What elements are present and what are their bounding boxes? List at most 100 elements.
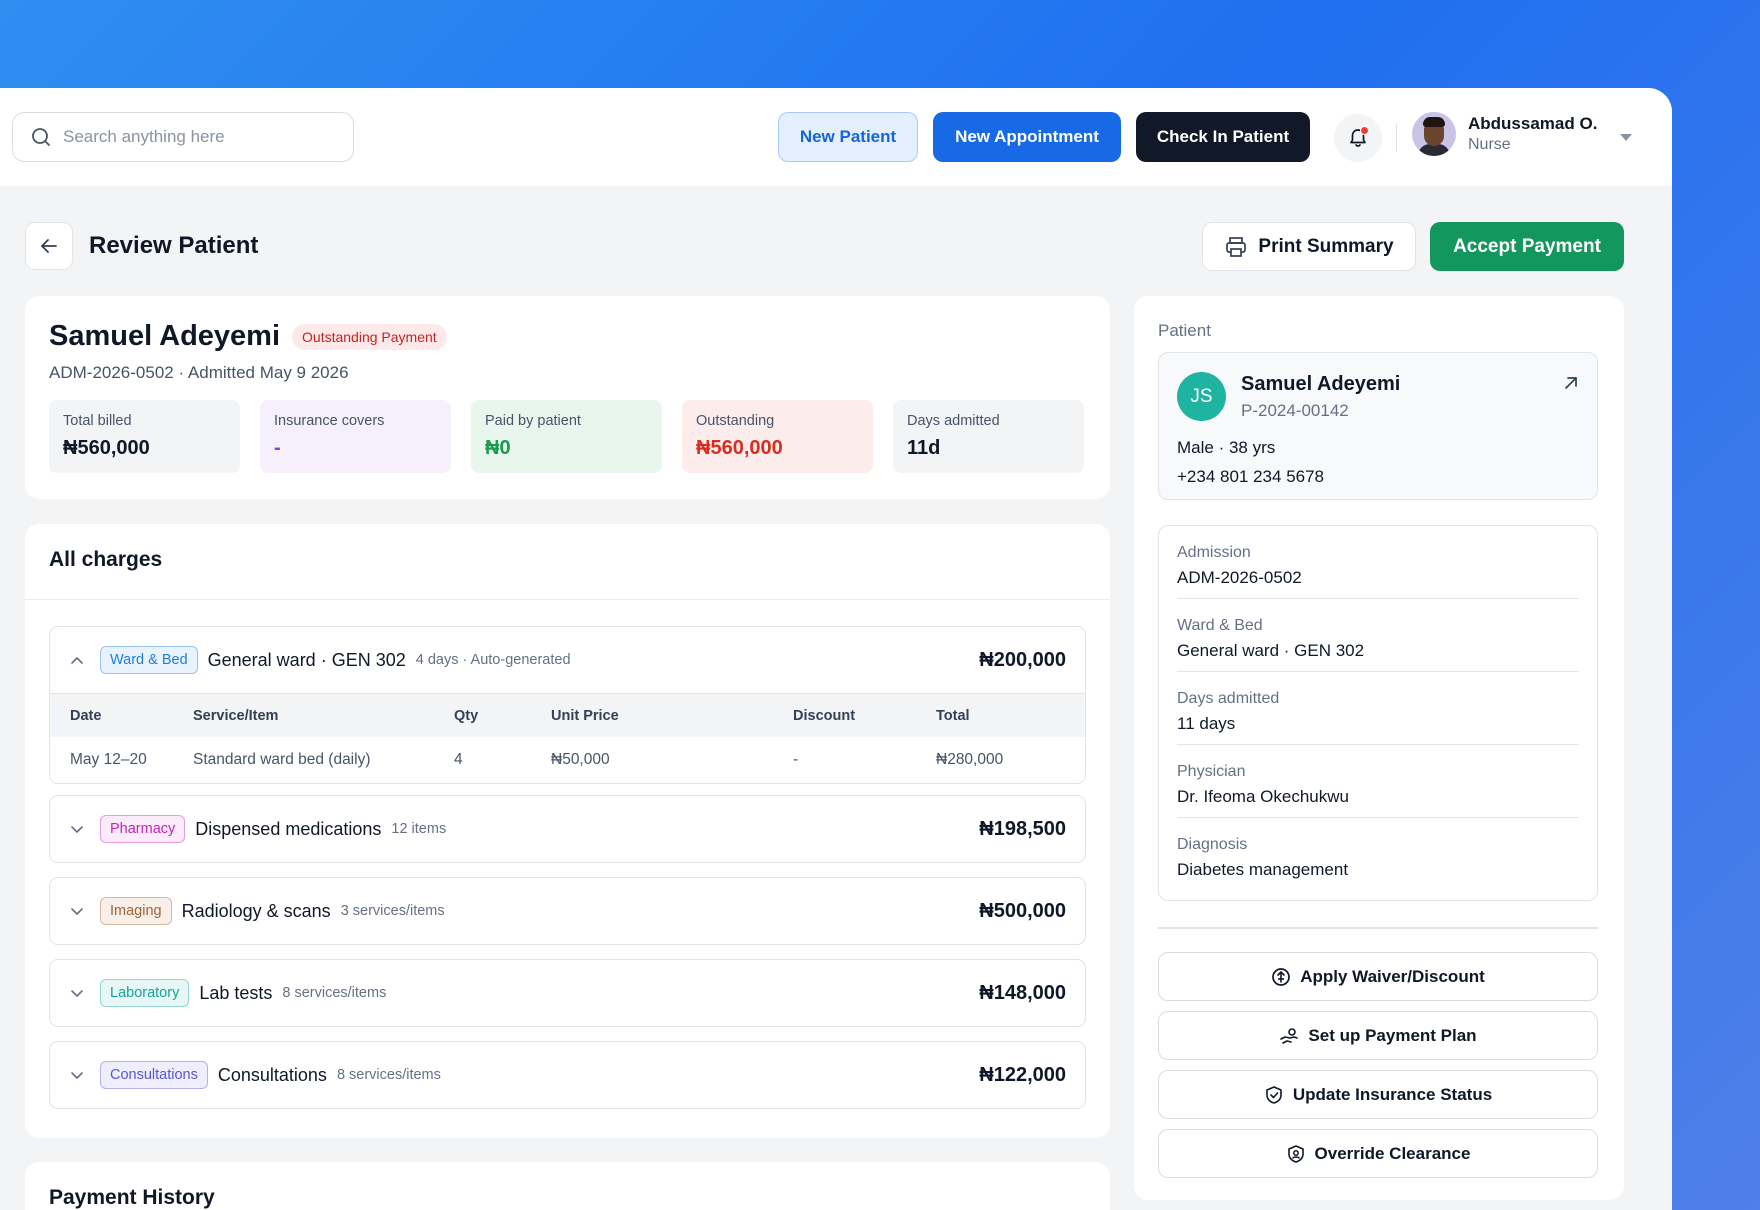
stat-card: Outstanding ₦560,000: [682, 400, 873, 473]
stats-row: Total billed ₦560,000 Insurance covers - P…: [49, 400, 1086, 473]
admission-details: Admission ADM-2026-0502 Ward & Bed Genera…: [1158, 525, 1598, 901]
stat-label: Total billed: [63, 413, 132, 429]
table-cell: Standard ward bed (daily): [193, 751, 371, 768]
hand-coins-icon: [1280, 1027, 1299, 1044]
charges-card: All charges Ward & Bed General ward · GE…: [25, 524, 1110, 1138]
status-badge: Outstanding Payment: [292, 323, 447, 350]
column-header: Total: [936, 707, 970, 724]
category-tag: Ward & Bed: [100, 646, 198, 674]
print-summary-button[interactable]: Print Summary: [1202, 222, 1416, 271]
chevron-down-icon[interactable]: [1620, 134, 1632, 141]
charge-group: Pharmacy Dispensed medications 12 items …: [49, 795, 1086, 863]
shield-check-icon: [1266, 1085, 1282, 1104]
arrow-left-icon: [41, 239, 57, 253]
charge-group-amount: ₦148,000: [979, 981, 1066, 1004]
stat-value: -: [274, 437, 281, 459]
stat-label: Insurance covers: [274, 413, 385, 429]
chevron-up-icon[interactable]: [70, 653, 84, 667]
table-cell: ₦50,000: [551, 751, 610, 768]
column-header: Service/Item: [193, 707, 279, 724]
detail-label: Physician: [1177, 763, 1246, 780]
category-tag: Laboratory: [100, 979, 190, 1007]
stat-value: ₦560,000: [63, 437, 150, 459]
stat-value: ₦0: [485, 437, 511, 459]
detail-row: Days admitted 11 days: [1177, 672, 1579, 745]
accept-payment-button[interactable]: Accept Payment: [1430, 222, 1624, 271]
chevron-down-icon[interactable]: [70, 904, 84, 918]
charge-group-header[interactable]: Laboratory Lab tests 8 services/items ₦1…: [50, 960, 1085, 1026]
patient-summary-card: Samuel Adeyemi Outstanding Payment ADM-2…: [25, 296, 1110, 499]
section-label: Patient: [1158, 321, 1211, 340]
side-panel: Patient JS Samuel Adeyemi P-2024-00142 M…: [1134, 296, 1624, 1200]
user-role: Nurse: [1468, 136, 1511, 153]
charge-group: Consultations Consultations 8 services/i…: [49, 1041, 1086, 1109]
patient-id: P-2024-00142: [1241, 401, 1349, 420]
user-menu[interactable]: Abdussamad O. Nurse: [1412, 112, 1597, 156]
column-header: Unit Price: [551, 707, 619, 724]
stat-card: Insurance covers -: [260, 400, 451, 473]
table-row: May 12–20 Standard ward bed (daily) 4 ₦50,0…: [50, 737, 1085, 783]
charge-group-amount: ₦500,000: [979, 899, 1066, 922]
external-link-icon[interactable]: [1563, 375, 1579, 396]
update-insurance-status-button[interactable]: Update Insurance Status: [1158, 1070, 1598, 1119]
new-appointment-button[interactable]: New Appointment: [933, 112, 1121, 162]
chevron-down-icon[interactable]: [70, 1068, 84, 1082]
charge-group-meta: 12 items: [391, 821, 447, 837]
new-patient-button[interactable]: New Patient: [778, 112, 918, 162]
payment-history-title: Payment History: [49, 1186, 215, 1209]
table-cell: -: [793, 751, 799, 768]
detail-value: 11 days: [1177, 714, 1236, 733]
charge-group-header[interactable]: Pharmacy Dispensed medications 12 items …: [50, 796, 1085, 862]
user-name: Abdussamad O.: [1468, 114, 1598, 133]
charges-table-header: Date Service/Item Qty Unit Price Discount Tot…: [50, 693, 1085, 737]
divider: [1396, 124, 1397, 152]
category-tag: Pharmacy: [100, 815, 186, 843]
search-input[interactable]: [63, 127, 323, 147]
charge-group-header[interactable]: Ward & Bed General ward · GEN 302 4 days…: [50, 627, 1085, 693]
charge-group-header[interactable]: Consultations Consultations 8 services/i…: [50, 1042, 1085, 1108]
patient-name: Samuel Adeyemi: [49, 320, 281, 352]
stat-card: Paid by patient ₦0: [471, 400, 662, 473]
printer-icon: [1226, 236, 1247, 257]
patient-card-name: Samuel Adeyemi: [1241, 373, 1401, 395]
charges-title: All charges: [49, 548, 163, 571]
back-button[interactable]: [25, 222, 73, 270]
charge-group-header[interactable]: Imaging Radiology & scans 3 services/ite…: [50, 878, 1085, 944]
patient-card[interactable]: JS Samuel Adeyemi P-2024-00142 Male · 38…: [1158, 352, 1598, 500]
app-window: New Patient New Appointment Check In Pat…: [0, 88, 1672, 1210]
action-label: Override Clearance: [1314, 1143, 1471, 1163]
charge-group: Ward & Bed General ward · GEN 302 4 days…: [49, 626, 1086, 784]
charge-group-title: Lab tests: [199, 982, 273, 1003]
charge-group-meta: 3 services/items: [340, 903, 445, 919]
charge-group-title: Consultations: [217, 1064, 327, 1085]
override-clearance-button[interactable]: Override Clearance: [1158, 1129, 1598, 1178]
chevron-down-icon[interactable]: [70, 822, 84, 836]
patient-phone: +234 801 234 5678: [1177, 467, 1325, 486]
apply-waiver-discount-button[interactable]: Apply Waiver/Discount: [1158, 952, 1598, 1001]
charge-group: Imaging Radiology & scans 3 services/ite…: [49, 877, 1086, 945]
category-tag: Imaging: [100, 897, 172, 925]
detail-row: Ward & Bed General ward · GEN 302: [1177, 599, 1579, 672]
charge-group-amount: ₦122,000: [979, 1063, 1066, 1086]
category-tag: Consultations: [100, 1061, 208, 1089]
charge-group-meta: 8 services/items: [282, 985, 387, 1001]
charge-group-title: Dispensed medications: [195, 818, 382, 839]
dollar-circle-icon: [1272, 967, 1291, 986]
column-header: Discount: [793, 707, 856, 724]
patient-initials: JS: [1177, 372, 1226, 421]
charge-group-amount: ₦198,500: [979, 817, 1066, 840]
search-box[interactable]: [12, 112, 354, 162]
chevron-down-icon[interactable]: [70, 986, 84, 1000]
top-bar: New Patient New Appointment Check In Pat…: [0, 88, 1672, 186]
action-label: Apply Waiver/Discount: [1300, 966, 1485, 986]
notifications-button[interactable]: [1334, 114, 1382, 162]
detail-value: Diabetes management: [1177, 860, 1349, 879]
charge-group-title: General ward · GEN 302: [207, 649, 406, 670]
page-header: Review Patient: [25, 222, 258, 270]
stat-value: ₦560,000: [696, 437, 783, 459]
check-in-patient-button[interactable]: Check In Patient: [1136, 112, 1310, 162]
print-summary-label: Print Summary: [1258, 235, 1394, 257]
set-up-payment-plan-button[interactable]: Set up Payment Plan: [1158, 1011, 1598, 1060]
table-cell: ₦280,000: [936, 751, 1004, 768]
page-title: Review Patient: [89, 232, 259, 259]
